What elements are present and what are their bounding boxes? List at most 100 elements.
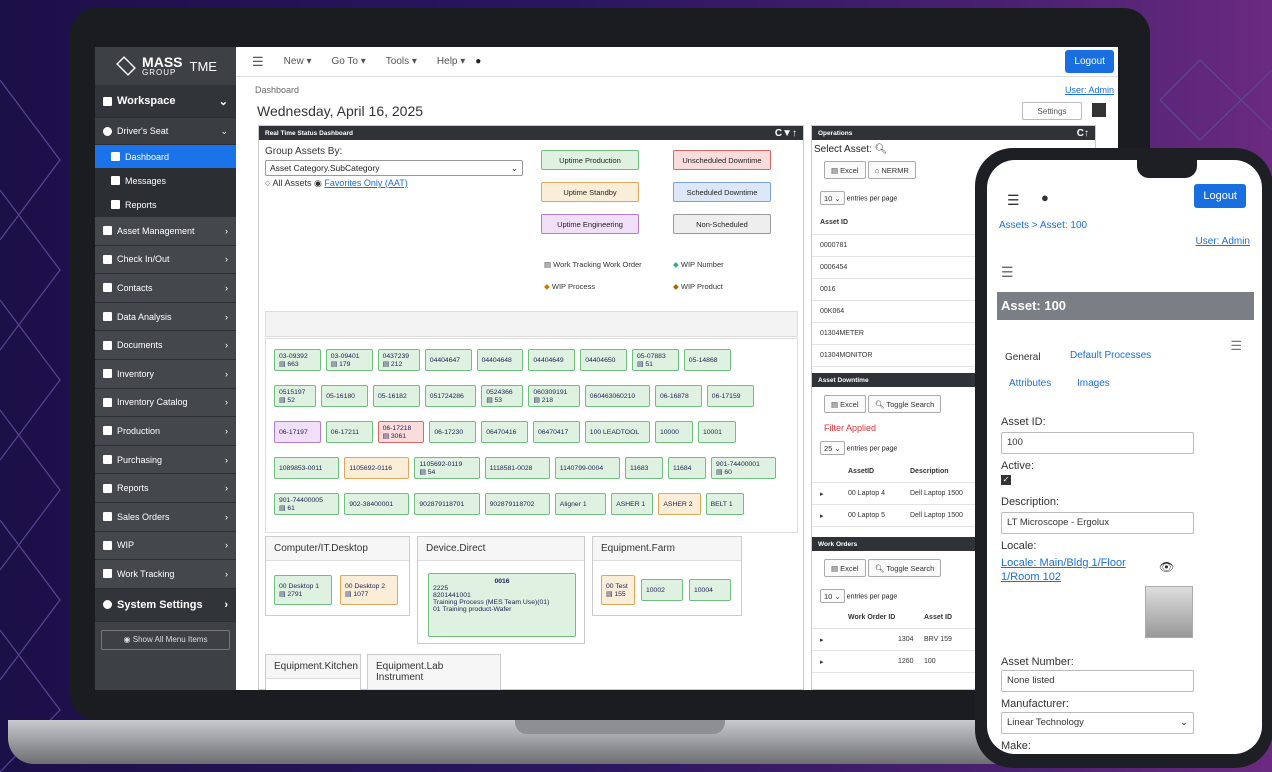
asset-tile[interactable]: 05-16180 — [321, 385, 368, 407]
panel-controls-icon[interactable]: C↑ — [1077, 128, 1089, 139]
sidebar-item-3[interactable]: Data Analysis › — [95, 302, 236, 332]
asset-tile[interactable]: 902879118702 — [484, 493, 550, 515]
asset-tile[interactable]: Aligner 1 — [554, 493, 607, 515]
help-circle-icon[interactable]: ● — [475, 56, 481, 67]
asset-tile[interactable]: ASHER 1 — [611, 493, 654, 515]
sidebar-item-0[interactable]: Asset Management › — [95, 217, 236, 246]
asset-tile[interactable]: 06470417 — [533, 421, 580, 443]
sidebar-item-6[interactable]: Inventory Catalog › — [95, 388, 236, 418]
locale-link[interactable]: Locale: Main/Bldg 1/Floor 1/Room 102 — [1001, 556, 1141, 584]
toggle-search-button[interactable]: 🔍︎ Toggle Search — [867, 395, 942, 413]
excel-button[interactable]: ▤ Excel — [824, 559, 866, 577]
asset-id-field[interactable]: 100 — [1001, 432, 1194, 454]
expand-icon[interactable]: ▸ — [820, 636, 898, 644]
asset-tile[interactable]: 06470416 — [481, 421, 528, 443]
user-link[interactable]: User: Admin — [1196, 236, 1250, 247]
help-circle-icon[interactable]: ● — [1041, 190, 1049, 205]
asset-tile[interactable]: 1105692-0116 — [344, 457, 410, 479]
sidebar-item-4[interactable]: Documents › — [95, 331, 236, 360]
asset-tile[interactable]: 04404647 — [424, 349, 472, 371]
asset-tile[interactable]: 05-07883 ▤ 51 — [632, 349, 679, 371]
sidebar-system-settings[interactable]: System Settings › — [95, 588, 236, 622]
asset-tile[interactable]: 06-17211 — [325, 421, 373, 443]
logout-button[interactable]: Logout — [1194, 184, 1246, 208]
tab-default-processes[interactable]: Default Processes — [1070, 350, 1151, 361]
sidebar-item-11[interactable]: WIP › — [95, 531, 236, 561]
asset-tile[interactable]: 060309191 ▤ 218 — [528, 385, 580, 407]
asset-tile[interactable]: 04404649 — [528, 349, 576, 371]
asset-tile[interactable]: 0524366 ▤ 53 — [481, 385, 524, 407]
asset-tile[interactable]: BELT 1 — [705, 493, 744, 515]
asset-tile[interactable]: 0515197 ▤ 52 — [274, 385, 317, 407]
sidebar-drivers-seat[interactable]: Driver's Seat ⌄ — [95, 118, 236, 145]
asset-tile[interactable]: 902-38400001 — [344, 493, 410, 515]
tile-device[interactable]: 0016 2225 8201441001 Training Process (MES … — [428, 573, 576, 637]
sidebar-item-1[interactable]: Check In/Out › — [95, 245, 236, 275]
asset-tile[interactable]: 05-14868 — [683, 349, 731, 371]
asset-tile[interactable]: 10000 — [655, 421, 693, 443]
excel-button[interactable]: ▤ Excel — [824, 395, 866, 413]
group-by-select[interactable]: Asset Category.SubCategory ⌄ — [265, 160, 523, 176]
expand-icon[interactable]: ▸ — [820, 658, 898, 666]
asset-tile[interactable]: 902879118701 — [414, 493, 480, 515]
radio-favorites[interactable]: ◉ — [314, 178, 324, 188]
asset-tile[interactable]: 051724286 — [424, 385, 477, 407]
sidebar-item-dashboard[interactable]: Dashboard — [95, 145, 236, 169]
tab-general[interactable]: General — [1005, 350, 1041, 365]
asset-tile[interactable]: 10001 — [698, 421, 736, 443]
manufacturer-select[interactable]: Linear Technology ⌄ — [1001, 712, 1194, 734]
expand-icon[interactable]: ▸ — [820, 490, 848, 498]
active-checkbox[interactable]: ✓ — [1001, 475, 1011, 485]
sidebar-item-12[interactable]: Work Tracking › — [95, 560, 236, 589]
asset-tile[interactable]: 1105692-0119 ▤ 54 — [414, 457, 480, 479]
search-icon[interactable]: 🔍︎ — [875, 144, 888, 155]
sidebar-item-2[interactable]: Contacts › — [95, 274, 236, 303]
sidebar-workspace[interactable]: Workspace ⌄ — [95, 85, 236, 118]
menu-new[interactable]: New ▾ — [284, 56, 312, 67]
sidebar-item-reports-sub[interactable]: Reports — [95, 193, 236, 217]
asset-tile[interactable]: 0437239 ▤ 212 — [377, 349, 420, 371]
excel-button[interactable]: ▤ Excel — [824, 161, 866, 179]
per-page-select[interactable]: 25 ⌄ — [820, 441, 845, 455]
user-link[interactable]: User: Admin — [1065, 85, 1114, 95]
asset-tile[interactable]: 901-74400005 ▤ 61 — [274, 493, 340, 515]
menu-goto[interactable]: Go To ▾ — [331, 56, 365, 67]
sidebar-item-5[interactable]: Inventory › — [95, 359, 236, 389]
binoculars-icon[interactable]: 👁︎ — [1159, 560, 1174, 574]
sidebar-item-messages[interactable]: Messages — [95, 169, 236, 193]
asset-number-field[interactable]: None listed — [1001, 670, 1194, 692]
menu-help[interactable]: Help ▾ — [437, 56, 465, 67]
sidebar-item-10[interactable]: Sales Orders › — [95, 502, 236, 532]
tab-images[interactable]: Images — [1077, 378, 1110, 389]
asset-tile[interactable]: 1140799-0004 — [554, 457, 620, 479]
sidebar-item-9[interactable]: Reports › — [95, 474, 236, 503]
windows-icon[interactable] — [1092, 103, 1106, 117]
asset-tile[interactable]: 03-09401 ▤ 179 — [325, 349, 373, 371]
asset-tile[interactable]: 06-16878 — [655, 385, 702, 407]
sidebar-item-8[interactable]: Purchasing › — [95, 445, 236, 475]
asset-tile[interactable]: 11683 — [625, 457, 663, 479]
asset-tile[interactable]: 06-17197 — [274, 421, 321, 443]
breadcrumb[interactable]: Assets > Asset: 100 — [999, 220, 1087, 231]
expand-icon[interactable]: ▸ — [820, 512, 848, 520]
asset-tile[interactable]: ASHER 2 — [658, 493, 701, 515]
kebab-menu-icon[interactable]: ☰ — [1230, 338, 1242, 354]
nermr-button[interactable]: ⌂ NERMR — [867, 161, 916, 179]
menu-tools[interactable]: Tools ▾ — [386, 56, 417, 67]
asset-tile[interactable]: 11684 — [668, 457, 706, 479]
hamburger-icon[interactable]: ☰ — [252, 54, 264, 70]
sidebar-item-7[interactable]: Production › — [95, 417, 236, 446]
hamburger-icon[interactable]: ☰ — [1007, 192, 1020, 209]
asset-tile[interactable]: 100 LEADTOOL — [584, 421, 650, 443]
asset-tile[interactable]: 06-17230 — [429, 421, 477, 443]
toggle-search-button[interactable]: 🔍︎ Toggle Search — [867, 559, 942, 577]
favorites-link[interactable]: Favorites Only (AAT) — [324, 178, 407, 188]
logout-button[interactable]: Logout — [1065, 50, 1114, 73]
asset-tile[interactable]: 1089853-0011 — [274, 457, 340, 479]
asset-tile[interactable]: 06-17218 ▤ 3061 — [377, 421, 425, 443]
panel-controls-icon[interactable]: C▼↑ — [775, 128, 797, 139]
show-all-menu-button[interactable]: ◉ Show All Menu Items — [101, 629, 230, 650]
asset-tile[interactable]: 04404648 — [476, 349, 524, 371]
asset-tile[interactable]: 06-17159 — [706, 385, 754, 407]
per-page-select[interactable]: 10 ⌄ — [820, 191, 845, 205]
